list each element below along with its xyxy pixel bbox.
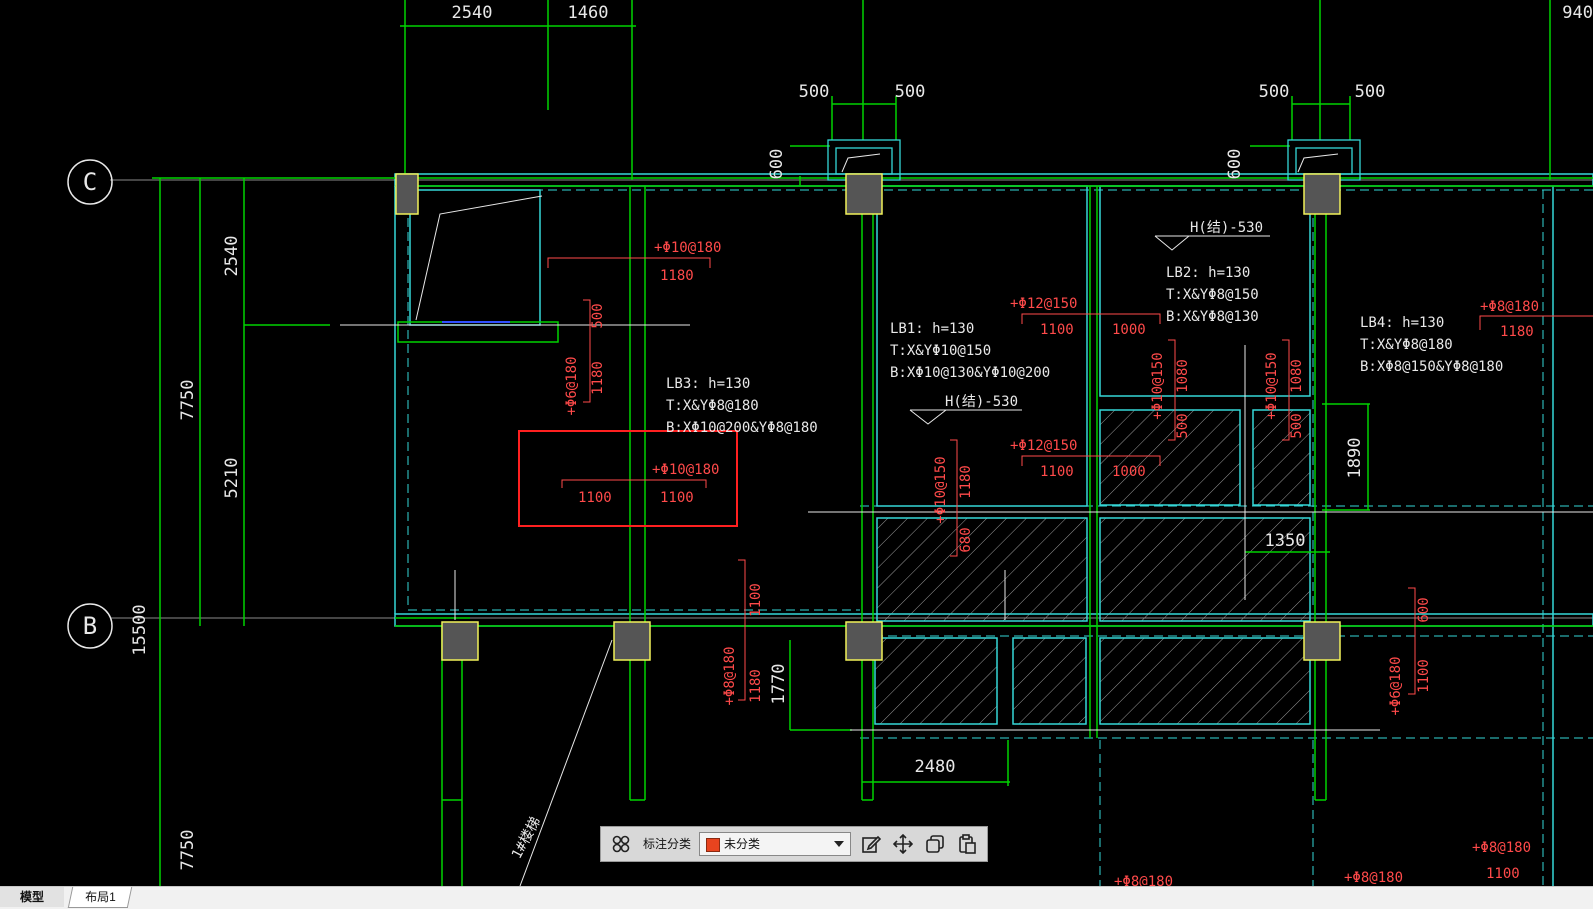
slab-label-lb1[interactable]: LB1: h=130 T:X&YΦ10@150 B:XΦ10@130&YΦ10@… xyxy=(890,321,1050,381)
rebar-length: 1180 xyxy=(590,361,606,395)
dim-text: 1770 xyxy=(769,664,789,705)
slab-label-lb3[interactable]: LB3: h=130 T:X&YΦ8@180 B:XΦ10@200&YΦ8@18… xyxy=(666,376,818,436)
dim-text: 5210 xyxy=(222,458,242,499)
rebar-length: 1100 xyxy=(660,490,694,506)
copy-icon[interactable] xyxy=(923,832,947,856)
stair-label: 1#楼梯 xyxy=(509,815,544,862)
rebar-label: +Φ10@150 xyxy=(1150,352,1166,419)
slab-bottom-rebar: B:X&YΦ8@130 xyxy=(1166,309,1259,325)
rebar-length: 1100 xyxy=(1040,464,1074,480)
rebar-label: +Φ10@180 xyxy=(652,462,719,478)
rebar-length: 500 xyxy=(1175,413,1191,438)
rebar-label: +Φ10@180 xyxy=(654,240,721,256)
category-selected: 未分类 xyxy=(724,837,761,851)
rebar-label: +Φ8@180 xyxy=(722,646,738,705)
slab-name: LB4: h=130 xyxy=(1360,315,1444,331)
dim-text: 15500 xyxy=(130,604,150,655)
wall-lines xyxy=(152,0,1593,886)
rebar-length: 1180 xyxy=(1500,324,1534,340)
elevation-mark: H(结)-530 xyxy=(945,394,1018,410)
tab-label: 模型 xyxy=(19,890,44,904)
dim-text: 500 xyxy=(1355,82,1386,102)
rebar-length: 500 xyxy=(1289,413,1305,438)
slab-label-lb2[interactable]: LB2: h=130 T:X&YΦ8@150 B:X&YΦ8@130 xyxy=(1166,265,1259,325)
dim-text: 2480 xyxy=(915,757,956,777)
rebar-length: 1100 xyxy=(1486,866,1520,882)
rebar-label: +Φ8@180 xyxy=(1344,870,1403,886)
grid-icon[interactable] xyxy=(609,832,633,856)
rebar-length: 1180 xyxy=(748,669,764,703)
slab-top-rebar: T:X&YΦ10@150 xyxy=(890,343,991,359)
chevron-down-icon xyxy=(834,841,844,847)
dim-text: 500 xyxy=(895,82,926,102)
slab-top-rebar: T:X&YΦ8@180 xyxy=(666,398,759,414)
axis-bubble-c[interactable]: C xyxy=(67,159,113,205)
tab-layout1[interactable]: 布局1 xyxy=(67,887,133,908)
rebar-length: 1100 xyxy=(1416,659,1432,693)
dim-text: 2540 xyxy=(222,236,242,277)
dim-text: 1460 xyxy=(568,3,609,23)
rebar-length: 500 xyxy=(590,303,606,328)
rebar-length: 1000 xyxy=(1112,464,1146,480)
dim-text: 500 xyxy=(1259,82,1290,102)
tab-label: 布局1 xyxy=(84,890,116,904)
dim-text: 600 xyxy=(1225,149,1245,180)
paste-icon[interactable] xyxy=(955,832,979,856)
tab-model[interactable]: 模型 xyxy=(0,887,64,907)
slab-bottom-rebar: B:XΦ10@200&YΦ8@180 xyxy=(666,420,818,436)
dim-text: 500 xyxy=(799,82,830,102)
rebar-length: 1080 xyxy=(1289,359,1305,393)
edit-icon[interactable] xyxy=(859,832,883,856)
slab-bottom-rebar: B:XΦ10@130&YΦ10@200 xyxy=(890,365,1050,381)
slab-top-rebar: T:X&YΦ8@150 xyxy=(1166,287,1259,303)
rebar-label: +Φ12@150 xyxy=(1010,296,1077,312)
rebar-length: 1000 xyxy=(1112,322,1146,338)
selection-highlight xyxy=(518,430,738,527)
slab-name: LB1: h=130 xyxy=(890,321,974,337)
color-swatch xyxy=(706,838,720,852)
rebar-label: +Φ10@150 xyxy=(933,456,949,523)
rebar-length: 1100 xyxy=(1040,322,1074,338)
rebar-label: +Φ8@180 xyxy=(1114,874,1173,886)
dim-text: 600 xyxy=(767,149,787,180)
rebar-label: +Φ6@180 xyxy=(1388,656,1404,715)
slab-label-lb4[interactable]: LB4: h=130 T:X&YΦ8@180 B:XΦ8@150&YΦ8@180 xyxy=(1360,315,1503,375)
slab-bottom-rebar: B:XΦ8@150&YΦ8@180 xyxy=(1360,359,1503,375)
axis-label-b: B xyxy=(83,612,97,640)
axis-bubble-b[interactable]: B xyxy=(67,603,113,649)
rebar-label: +Φ12@150 xyxy=(1010,438,1077,454)
rebar-length: 600 xyxy=(1416,597,1432,622)
rebar-length: 1180 xyxy=(660,268,694,284)
dim-text: 7750 xyxy=(178,830,198,871)
dim-text: 940 xyxy=(1562,3,1593,23)
dim-text: 7750 xyxy=(178,380,198,421)
rebar-label: +Φ8@180 xyxy=(1472,840,1531,856)
annotation-toolbar: 标注分类 未分类 xyxy=(600,826,988,862)
category-dropdown[interactable]: 未分类 xyxy=(699,832,851,856)
rebar-label: +Φ8@180 xyxy=(1480,299,1539,315)
rebar-label: +Φ10@150 xyxy=(1264,352,1280,419)
rebar-length: 1180 xyxy=(958,465,974,499)
move-icon[interactable] xyxy=(891,832,915,856)
toolbar-label: 标注分类 xyxy=(643,837,692,851)
rebar-length: 1080 xyxy=(1175,359,1191,393)
rebar-length: 1100 xyxy=(578,490,612,506)
rebar-label: +Φ6@180 xyxy=(564,356,580,415)
slab-name: LB2: h=130 xyxy=(1166,265,1250,281)
axis-label-c: C xyxy=(83,168,97,196)
rebar-length: 680 xyxy=(958,527,974,552)
slab-name: LB3: h=130 xyxy=(666,376,750,392)
dim-text: 1350 xyxy=(1265,531,1306,551)
layout-tab-bar: 模型 布局1 xyxy=(0,886,1593,909)
axis-lines xyxy=(110,179,1593,619)
rebar-length: 1100 xyxy=(748,583,764,617)
dim-text: 2540 xyxy=(452,3,493,23)
cad-drawing-canvas[interactable]: C B 2540 1460 940 500 500 600 500 500 60… xyxy=(0,0,1593,886)
slab-top-rebar: T:X&YΦ8@180 xyxy=(1360,337,1453,353)
dim-text: 1890 xyxy=(1345,438,1365,479)
elevation-mark: H(结)-530 xyxy=(1190,220,1263,236)
